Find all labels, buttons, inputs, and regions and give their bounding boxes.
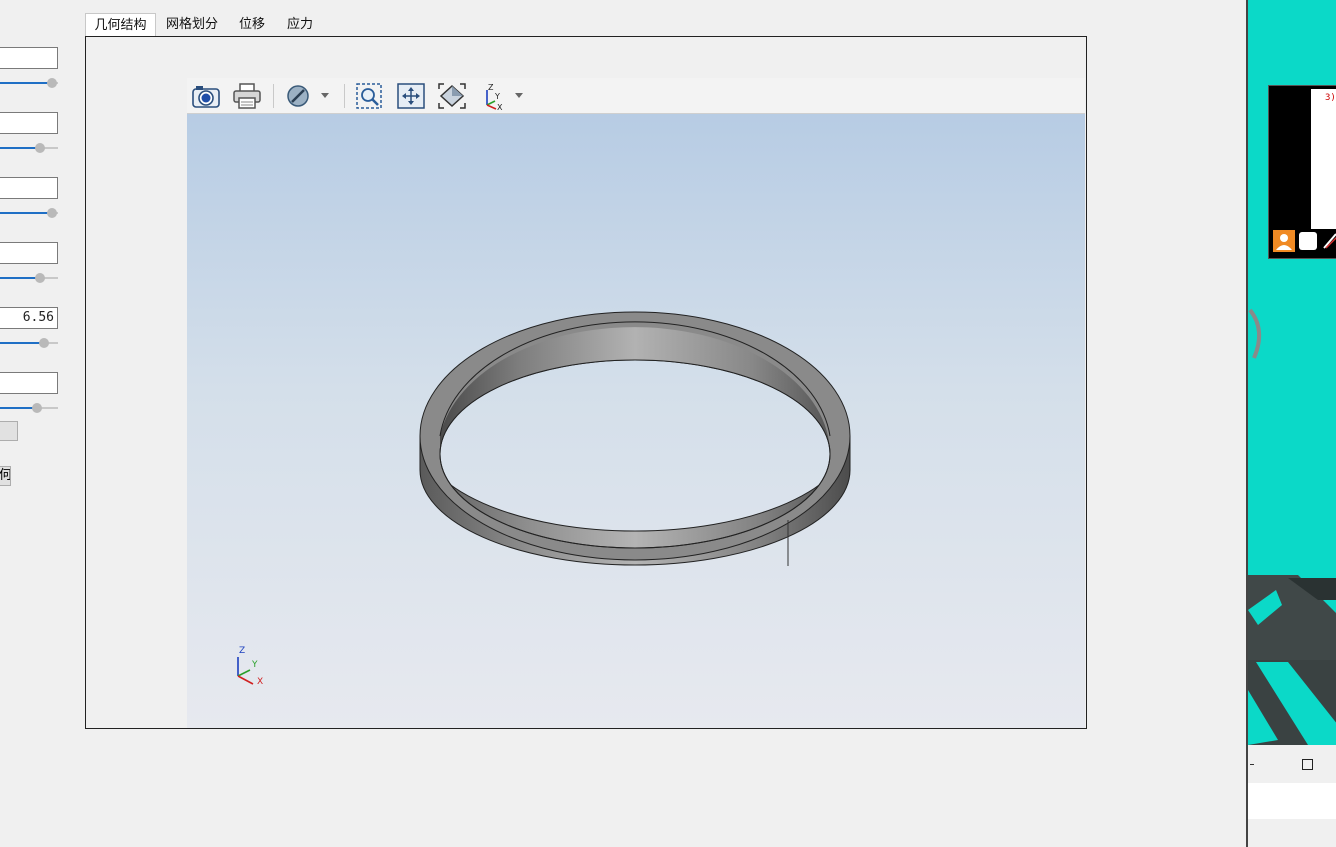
maximize-icon[interactable] — [1302, 759, 1313, 770]
param-field-5[interactable]: 6.56 — [0, 307, 58, 329]
pan-icon[interactable] — [395, 81, 427, 111]
tab-geometry[interactable]: 几何结构 — [85, 13, 156, 37]
apply-button[interactable] — [0, 421, 18, 441]
svg-text:Z: Z — [488, 83, 494, 92]
pen-icon[interactable] — [1321, 232, 1336, 250]
fit-all-icon[interactable] — [436, 81, 468, 111]
3d-viewer: Z Y X Z Y X — [187, 78, 1085, 728]
axis-triad-icon — [237, 657, 254, 685]
param-field-2[interactable] — [0, 112, 58, 134]
param-slider-5[interactable] — [0, 337, 58, 349]
param-slider-1[interactable] — [0, 77, 58, 89]
axis-label-y: Y — [252, 660, 258, 670]
ring-model — [237, 311, 851, 685]
window-frame — [1248, 745, 1336, 847]
param-slider-2[interactable] — [0, 142, 58, 154]
share-icon[interactable] — [1299, 232, 1317, 250]
svg-text:X: X — [497, 103, 503, 111]
thumbnail-text: 3) — [1325, 93, 1336, 103]
axis-label-x: X — [257, 677, 264, 687]
zoom-window-icon[interactable] — [353, 81, 385, 111]
param-slider-4[interactable] — [0, 272, 58, 284]
axis-label-z: Z — [239, 646, 246, 656]
display-mode-icon[interactable] — [283, 81, 333, 111]
printer-icon[interactable] — [231, 81, 263, 111]
param-field-4[interactable] — [0, 242, 58, 264]
svg-text:Y: Y — [494, 92, 500, 101]
video-thumbnail[interactable]: 3) — [1268, 85, 1336, 259]
param-field-1[interactable] — [0, 47, 58, 69]
param-field-3[interactable] — [0, 177, 58, 199]
geometry-button[interactable]: 何 — [0, 466, 11, 486]
axes-view-icon[interactable]: Z Y X — [479, 81, 527, 112]
tab-stress[interactable]: 应力 — [279, 13, 321, 37]
minimize-icon[interactable] — [1250, 764, 1254, 765]
param-field-6[interactable] — [0, 372, 58, 394]
user-icon[interactable] — [1273, 230, 1295, 252]
tab-displacement[interactable]: 位移 — [231, 13, 273, 37]
camera-icon[interactable] — [190, 81, 222, 111]
param-slider-6[interactable] — [0, 402, 58, 414]
tab-mesh[interactable]: 网格划分 — [159, 13, 225, 37]
3d-scene[interactable]: Z Y X — [187, 114, 1085, 728]
background-window: 3) — [1246, 0, 1336, 847]
param-slider-3[interactable] — [0, 207, 58, 219]
viewer-toolbar: Z Y X — [187, 78, 1085, 114]
